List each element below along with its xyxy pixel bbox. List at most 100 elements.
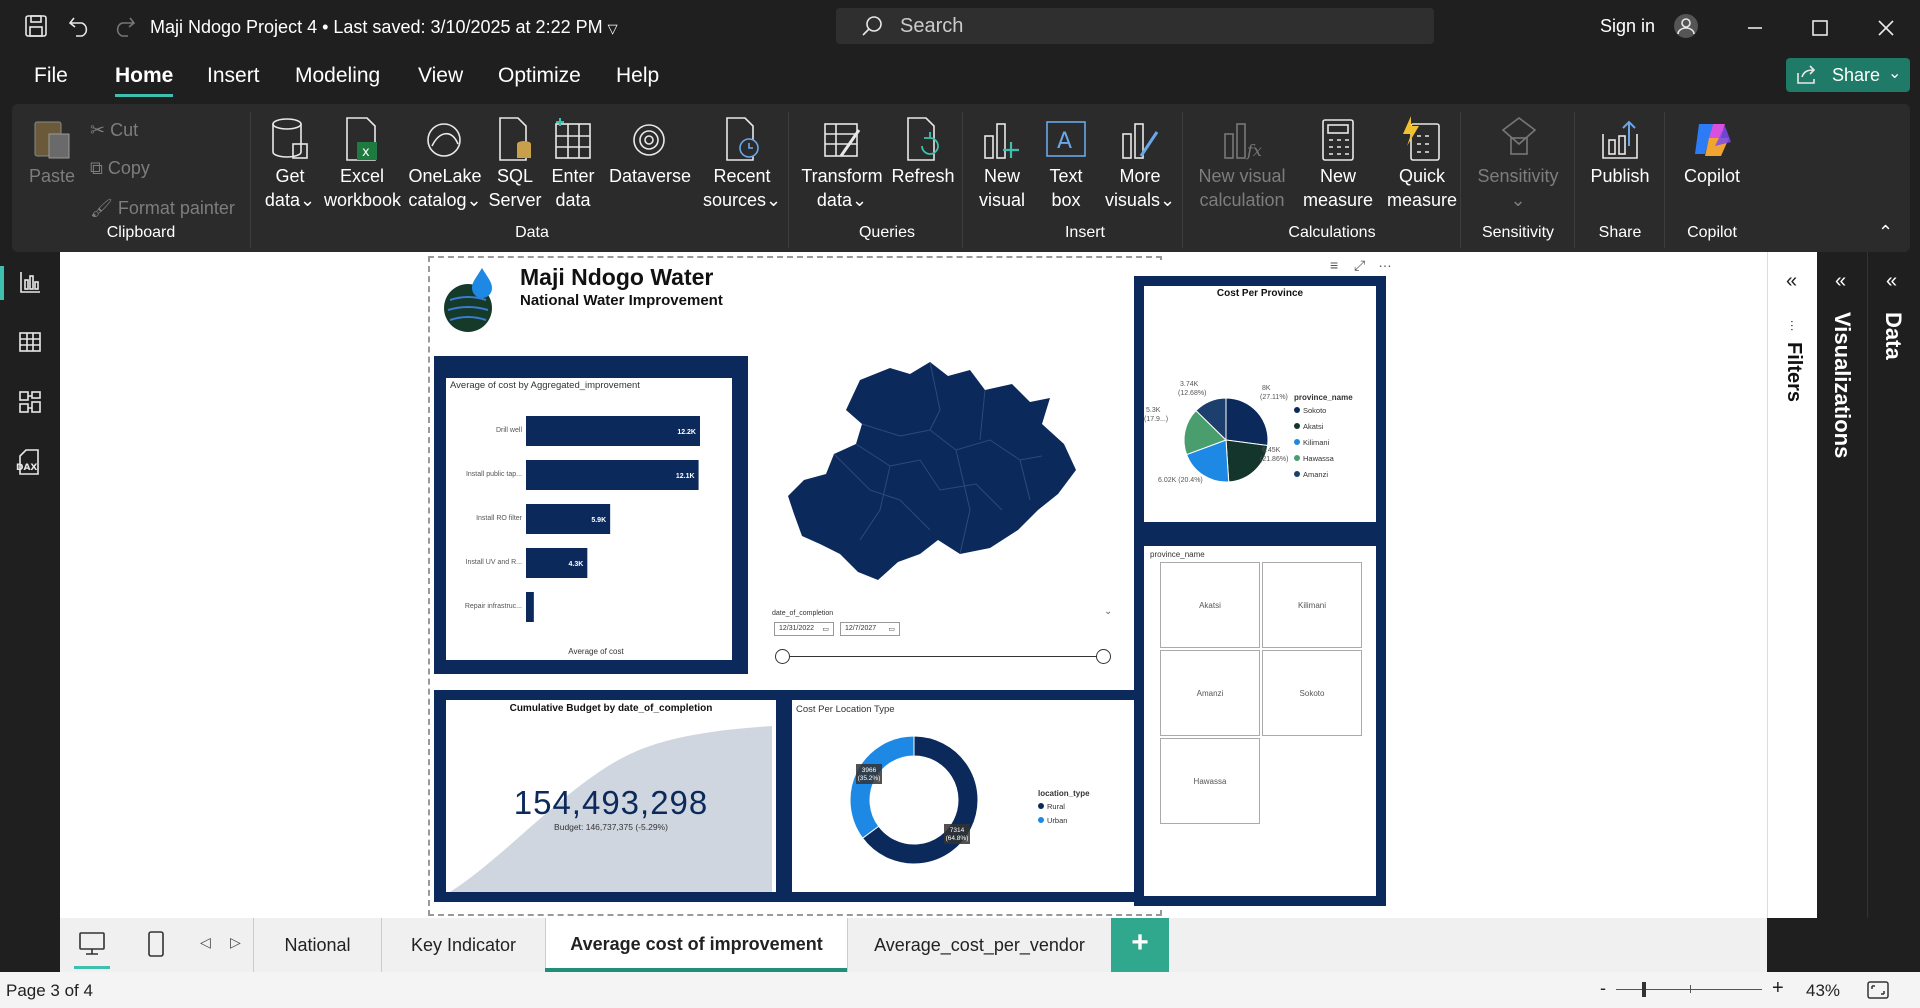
date-to-input[interactable]: 12/7/2027 ▭ (840, 622, 900, 636)
excel-workbook-button[interactable]: x Excel workbook (324, 116, 401, 212)
menu-optimize[interactable]: Optimize (498, 64, 581, 88)
pie-data-label-pct: (27.11%) (1260, 394, 1288, 401)
tab-scroll-right-icon[interactable]: ▷ (230, 934, 241, 951)
close-icon[interactable] (1876, 18, 1896, 38)
focus-mode-icon[interactable]: ⤢ (1354, 257, 1365, 274)
get-data-button[interactable]: Get data⌄ (262, 116, 318, 212)
copilot-button[interactable]: Copilot (1672, 116, 1752, 188)
publish-button[interactable]: Publish (1582, 116, 1658, 188)
report-title: Maji Ndogo Water (520, 264, 714, 290)
filter-icon[interactable]: ≡ (1330, 257, 1338, 273)
province-tile-kilimani[interactable]: Kilimani (1262, 562, 1362, 648)
paste-button[interactable]: Paste (26, 116, 78, 188)
province-slicer-label: province_name (1150, 550, 1205, 559)
cumulative-budget-kpi[interactable]: Cumulative Budget by date_of_completion … (446, 700, 776, 892)
redo-icon[interactable] (112, 14, 136, 38)
table-view-icon[interactable] (18, 330, 42, 354)
menu-file[interactable]: File (34, 64, 68, 88)
search-box[interactable]: Search (836, 8, 1434, 44)
date-slicer[interactable]: date_of_completion ⌄ 12/31/2022 ▭ 12/7/2… (772, 606, 1112, 680)
format-painter-button[interactable]: 🖌 Format painter (90, 196, 235, 220)
maximize-icon[interactable] (1810, 18, 1830, 38)
sign-in-link[interactable]: Sign in (1600, 16, 1655, 37)
visualizations-pane-collapsed[interactable]: « Visualizations (1817, 252, 1868, 918)
tab-key-indicator[interactable]: Key Indicator (381, 918, 545, 972)
zoom-in-button[interactable]: + (1772, 977, 1784, 1000)
tab-average-cost-per-vendor[interactable]: Average_cost_per_vendor (847, 918, 1111, 972)
sensitivity-button[interactable]: Sensitivity ⌄ (1468, 116, 1568, 212)
enter-data-button[interactable]: Enter data (548, 116, 598, 212)
province-slicer[interactable]: province_name Akatsi Kilimani Amanzi Sok… (1144, 546, 1376, 896)
pie-data-label-pct: (12.68%) (1178, 390, 1206, 397)
slicer-chevron-icon[interactable]: ⌄ (1104, 606, 1112, 617)
minimize-icon[interactable] (1745, 18, 1765, 38)
more-options-icon[interactable]: … (1378, 254, 1392, 270)
desktop-layout-icon[interactable] (78, 930, 106, 958)
undo-icon[interactable] (68, 14, 92, 38)
data-pane-collapsed[interactable]: « Data (1868, 252, 1920, 918)
menu-view[interactable]: View (418, 64, 463, 88)
expand-visualizations-icon[interactable]: « (1835, 270, 1846, 293)
recent-sources-button[interactable]: Recent sources⌄ (700, 116, 784, 212)
filters-pane-collapsed[interactable]: « ⫶ Filters (1767, 252, 1817, 918)
date-slider-start-handle[interactable] (775, 649, 790, 664)
group-label-clipboard: Clipboard (106, 224, 176, 241)
location-type-donut-visual[interactable]: Cost Per Location Type 7314 (64.8%) 3966 (3… (792, 700, 1162, 892)
zoom-out-button[interactable]: - (1600, 978, 1606, 999)
date-slider-track (782, 656, 1108, 657)
document-title[interactable]: Maji Ndogo Project 4 • Last saved: 3/10/… (150, 17, 618, 38)
svg-text:A: A (1057, 129, 1072, 154)
expand-filters-icon[interactable]: « (1786, 270, 1797, 293)
calculator-icon (1322, 119, 1354, 161)
refresh-button[interactable]: Refresh (888, 116, 958, 188)
model-view-icon[interactable] (18, 390, 42, 414)
expand-data-icon[interactable]: « (1886, 270, 1897, 293)
new-visual-calculation-button[interactable]: fx New visual calculation (1192, 116, 1292, 212)
tab-scroll-left-icon[interactable]: ◁ (200, 934, 211, 951)
bar-chart-visual[interactable]: Average of cost by Aggregated_improvemen… (434, 356, 748, 674)
transform-data-button[interactable]: Transform data⌄ (800, 116, 884, 212)
date-from-input[interactable]: 12/31/2022 ▭ (774, 622, 834, 636)
menu-insert[interactable]: Insert (207, 64, 260, 88)
province-map[interactable] (780, 340, 1110, 600)
cut-button[interactable]: ✂ Cut (90, 118, 138, 142)
sql-server-button[interactable]: SQL Server (488, 116, 542, 212)
date-slider-end-handle[interactable] (1096, 649, 1111, 664)
legend-title: province_name (1294, 393, 1353, 402)
zoom-slider-thumb[interactable] (1642, 982, 1646, 997)
more-visuals-button[interactable]: More visuals⌄ (1102, 116, 1178, 212)
province-tile-amanzi[interactable]: Amanzi (1160, 650, 1260, 736)
group-label-queries: Queries (858, 224, 916, 241)
new-visual-button[interactable]: New visual (974, 116, 1030, 212)
menu-home[interactable]: Home (115, 64, 173, 88)
share-button[interactable]: Share ⌄ (1786, 58, 1910, 92)
menu-modeling[interactable]: Modeling (295, 64, 380, 88)
bar (526, 592, 534, 622)
fit-to-page-icon[interactable] (1866, 980, 1890, 1000)
dataverse-button[interactable]: Dataverse (606, 116, 694, 188)
report-view-icon[interactable] (18, 270, 42, 294)
tab-average-cost-of-improvement[interactable]: Average cost of improvement (545, 918, 847, 972)
dax-query-view-icon[interactable]: DAX (14, 448, 44, 476)
mobile-layout-icon[interactable] (146, 930, 166, 958)
province-tile-hawassa[interactable]: Hawassa (1160, 738, 1260, 824)
menu-help[interactable]: Help (616, 64, 659, 88)
province-tile-sokoto[interactable]: Sokoto (1262, 650, 1362, 736)
bar (526, 460, 699, 490)
text-box-button[interactable]: A Text box (1040, 116, 1092, 212)
onelake-catalog-button[interactable]: OneLake catalog⌄ (406, 116, 484, 212)
copy-button[interactable]: ⧉ Copy (90, 156, 150, 180)
quick-measure-button[interactable]: Quick measure (1386, 116, 1458, 212)
publish-icon (1602, 120, 1638, 159)
tab-national[interactable]: National (253, 918, 381, 972)
save-icon[interactable] (24, 14, 48, 38)
group-label-calculations: Calculations (1288, 224, 1376, 241)
user-avatar-icon[interactable] (1672, 12, 1700, 40)
collapse-ribbon-icon[interactable]: ⌃ (1878, 222, 1893, 243)
new-measure-button[interactable]: New measure (1302, 116, 1374, 212)
recent-sources-icon (726, 117, 759, 161)
add-page-button[interactable]: + (1111, 918, 1169, 972)
province-tile-akatsi[interactable]: Akatsi (1160, 562, 1260, 648)
province-pie-visual[interactable]: Cost Per Province 8K (27.11%) 6.45K (21.86%… (1144, 286, 1376, 522)
legend-item: Sokoto (1303, 406, 1326, 415)
